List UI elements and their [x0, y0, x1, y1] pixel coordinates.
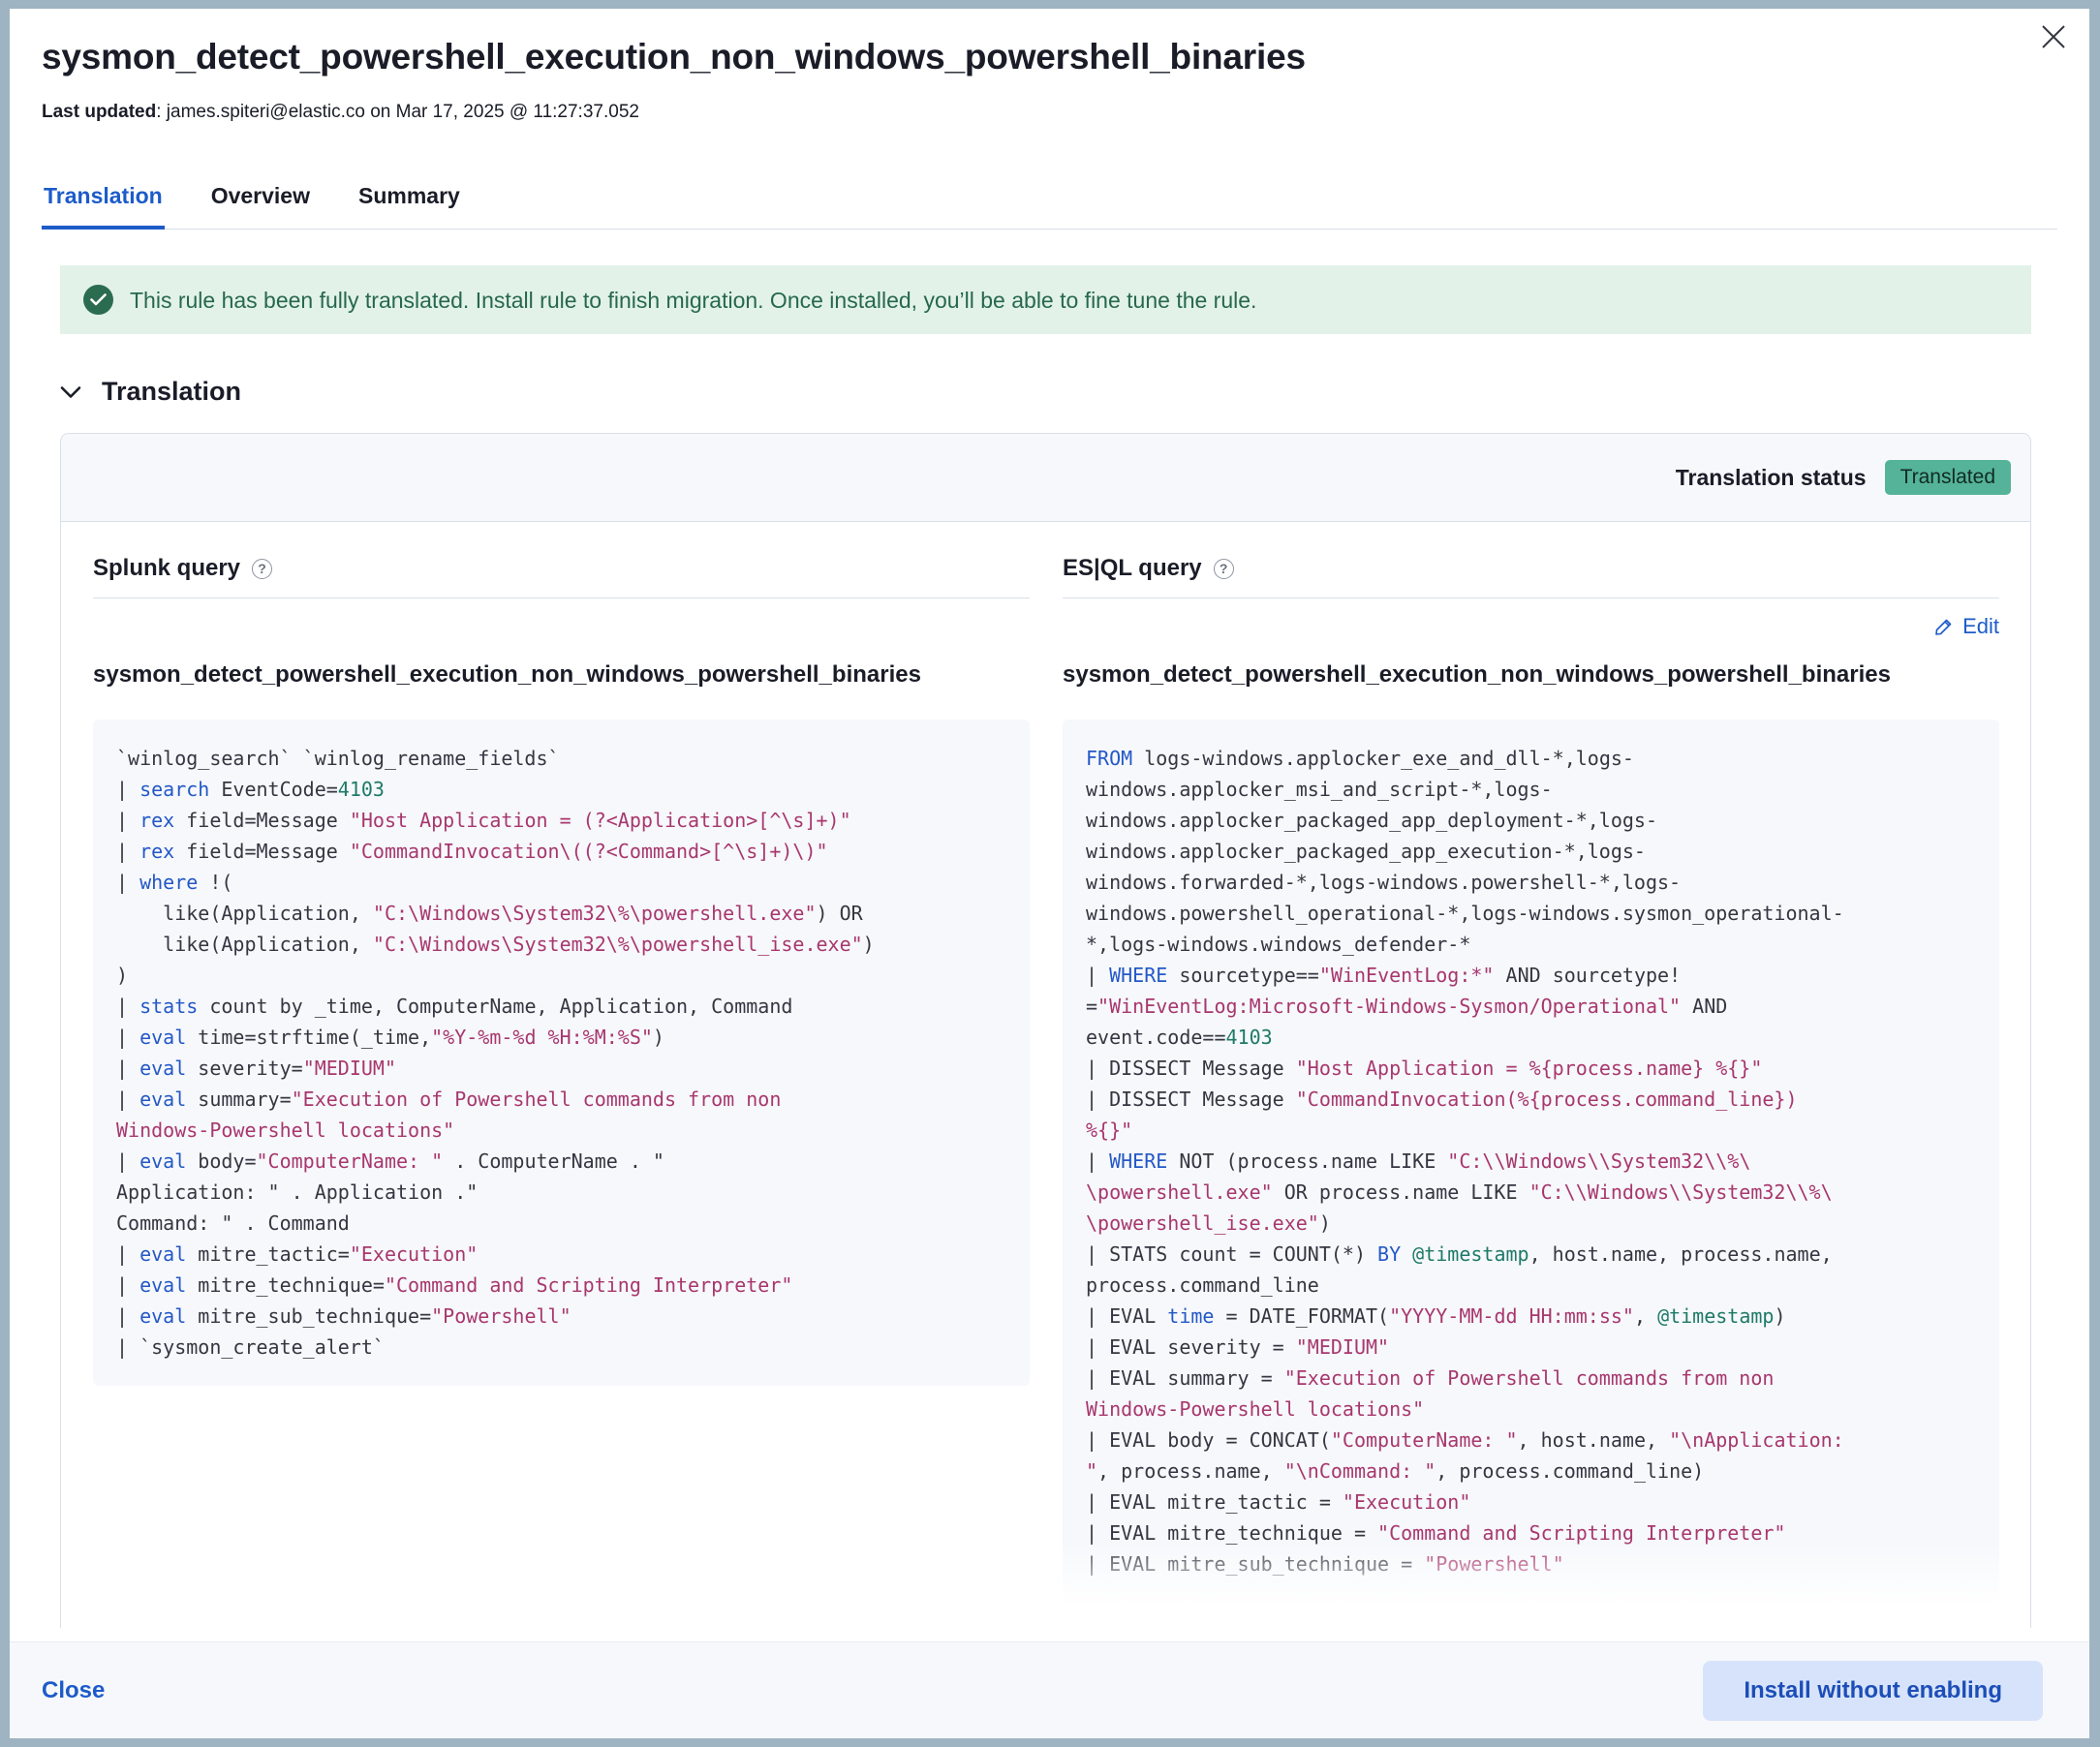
close-button[interactable]: Close — [42, 1677, 105, 1704]
check-circle-icon — [83, 285, 113, 315]
chevron-down-icon — [60, 385, 81, 399]
status-badge: Translated — [1885, 460, 2011, 495]
help-icon[interactable]: ? — [252, 559, 272, 579]
splunk-code-block: `winlog_search` `winlog_rename_fields`| … — [93, 720, 1030, 1386]
tab-summary[interactable]: Summary — [356, 173, 462, 229]
rule-migration-flyout: sysmon_detect_powershell_execution_non_w… — [10, 9, 2089, 1738]
tab-bar: Translation Overview Summary — [42, 173, 2057, 230]
success-callout: This rule has been fully translated. Ins… — [60, 265, 2031, 334]
flyout-footer: Close Install without enabling — [10, 1641, 2089, 1738]
last-updated: Last updated: james.spiteri@elastic.co o… — [42, 102, 2057, 123]
last-updated-value: : james.spiteri@elastic.co on Mar 17, 20… — [156, 102, 639, 122]
query-columns: Splunk query ? sysmon_detect_powershell_… — [61, 522, 2030, 1603]
tab-overview[interactable]: Overview — [209, 173, 312, 229]
esql-query-heading: ES|QL query — [1063, 555, 1202, 582]
splunk-query-name: sysmon_detect_powershell_execution_non_w… — [93, 657, 1030, 693]
pencil-icon — [1934, 618, 1953, 636]
splunk-edit-row-spacer — [93, 598, 1030, 655]
page-title: sysmon_detect_powershell_execution_non_w… — [42, 9, 2057, 80]
help-icon[interactable]: ? — [1214, 559, 1234, 579]
edit-query-button[interactable]: Edit — [1934, 614, 1999, 639]
esql-code-block: FROM logs-windows.applocker_exe_and_dll-… — [1063, 720, 1999, 1603]
translation-panel-header: Translation status Translated — [61, 434, 2030, 522]
edit-label: Edit — [1962, 614, 1999, 639]
section-title: Translation — [102, 377, 241, 407]
esql-query-column: ES|QL query ? Edit sysmon_detect_powersh… — [1063, 555, 1999, 1603]
translation-status-label: Translation status — [1676, 465, 1867, 491]
last-updated-label: Last updated — [42, 102, 156, 122]
translation-panel: Translation status Translated Splunk que… — [60, 433, 2031, 1628]
splunk-query-column: Splunk query ? sysmon_detect_powershell_… — [93, 555, 1030, 1603]
translation-accordion-toggle[interactable]: Translation — [60, 377, 2031, 407]
splunk-query-heading: Splunk query — [93, 555, 240, 582]
install-without-enabling-button[interactable]: Install without enabling — [1703, 1661, 2043, 1721]
tab-translation[interactable]: Translation — [42, 173, 165, 229]
esql-query-name: sysmon_detect_powershell_execution_non_w… — [1063, 657, 1999, 693]
callout-message: This rule has been fully translated. Ins… — [130, 286, 1256, 315]
